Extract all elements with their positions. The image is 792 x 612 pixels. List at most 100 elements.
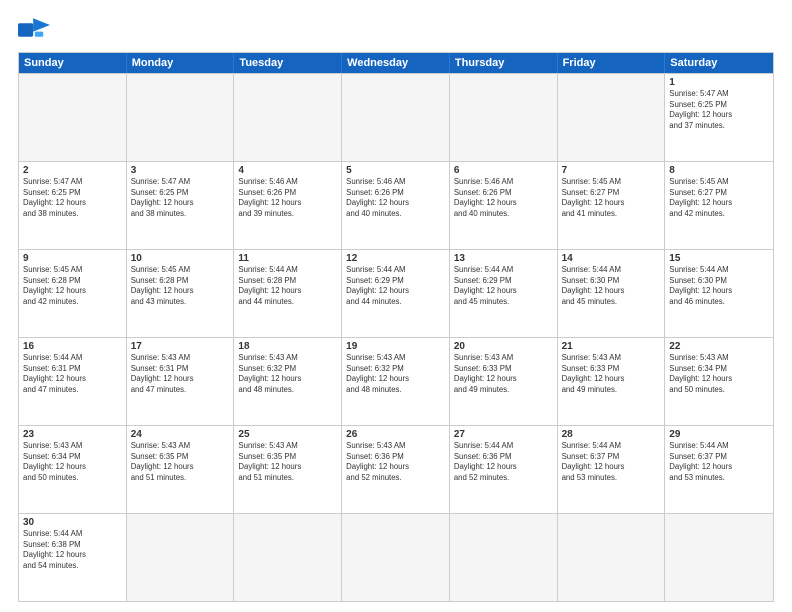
day-number: 22 — [669, 341, 769, 352]
calendar-row-5: 30Sunrise: 5:44 AM Sunset: 6:38 PM Dayli… — [19, 513, 773, 601]
cell-sun-info: Sunrise: 5:47 AM Sunset: 6:25 PM Dayligh… — [669, 89, 769, 131]
calendar-cell: 8Sunrise: 5:45 AM Sunset: 6:27 PM Daylig… — [665, 162, 773, 249]
calendar-cell: 29Sunrise: 5:44 AM Sunset: 6:37 PM Dayli… — [665, 426, 773, 513]
calendar-cell — [342, 514, 450, 601]
day-number: 26 — [346, 429, 445, 440]
calendar-cell: 14Sunrise: 5:44 AM Sunset: 6:30 PM Dayli… — [558, 250, 666, 337]
calendar-cell: 9Sunrise: 5:45 AM Sunset: 6:28 PM Daylig… — [19, 250, 127, 337]
calendar-cell: 7Sunrise: 5:45 AM Sunset: 6:27 PM Daylig… — [558, 162, 666, 249]
calendar-cell — [234, 74, 342, 161]
day-number: 9 — [23, 253, 122, 264]
day-number: 28 — [562, 429, 661, 440]
calendar-row-1: 2Sunrise: 5:47 AM Sunset: 6:25 PM Daylig… — [19, 161, 773, 249]
calendar-body: 1Sunrise: 5:47 AM Sunset: 6:25 PM Daylig… — [19, 73, 773, 601]
cell-sun-info: Sunrise: 5:43 AM Sunset: 6:36 PM Dayligh… — [346, 441, 445, 483]
day-number: 15 — [669, 253, 769, 264]
cell-sun-info: Sunrise: 5:44 AM Sunset: 6:30 PM Dayligh… — [562, 265, 661, 307]
weekday-header-sunday: Sunday — [19, 53, 127, 73]
cell-sun-info: Sunrise: 5:44 AM Sunset: 6:29 PM Dayligh… — [346, 265, 445, 307]
generalblue-logo-icon — [18, 16, 50, 44]
calendar-cell: 5Sunrise: 5:46 AM Sunset: 6:26 PM Daylig… — [342, 162, 450, 249]
day-number: 10 — [131, 253, 230, 264]
cell-sun-info: Sunrise: 5:43 AM Sunset: 6:35 PM Dayligh… — [131, 441, 230, 483]
day-number: 30 — [23, 517, 122, 528]
calendar-cell: 27Sunrise: 5:44 AM Sunset: 6:36 PM Dayli… — [450, 426, 558, 513]
calendar-cell — [19, 74, 127, 161]
calendar-row-4: 23Sunrise: 5:43 AM Sunset: 6:34 PM Dayli… — [19, 425, 773, 513]
calendar-cell — [450, 74, 558, 161]
day-number: 21 — [562, 341, 661, 352]
day-number: 23 — [23, 429, 122, 440]
calendar-cell: 18Sunrise: 5:43 AM Sunset: 6:32 PM Dayli… — [234, 338, 342, 425]
cell-sun-info: Sunrise: 5:47 AM Sunset: 6:25 PM Dayligh… — [23, 177, 122, 219]
calendar-cell: 28Sunrise: 5:44 AM Sunset: 6:37 PM Dayli… — [558, 426, 666, 513]
day-number: 29 — [669, 429, 769, 440]
calendar-row-2: 9Sunrise: 5:45 AM Sunset: 6:28 PM Daylig… — [19, 249, 773, 337]
calendar-cell: 30Sunrise: 5:44 AM Sunset: 6:38 PM Dayli… — [19, 514, 127, 601]
calendar-row-3: 16Sunrise: 5:44 AM Sunset: 6:31 PM Dayli… — [19, 337, 773, 425]
calendar-cell — [342, 74, 450, 161]
weekday-header-wednesday: Wednesday — [342, 53, 450, 73]
cell-sun-info: Sunrise: 5:44 AM Sunset: 6:37 PM Dayligh… — [669, 441, 769, 483]
cell-sun-info: Sunrise: 5:43 AM Sunset: 6:34 PM Dayligh… — [23, 441, 122, 483]
day-number: 18 — [238, 341, 337, 352]
calendar-cell: 3Sunrise: 5:47 AM Sunset: 6:25 PM Daylig… — [127, 162, 235, 249]
calendar-cell: 12Sunrise: 5:44 AM Sunset: 6:29 PM Dayli… — [342, 250, 450, 337]
day-number: 8 — [669, 165, 769, 176]
day-number: 1 — [669, 77, 769, 88]
cell-sun-info: Sunrise: 5:44 AM Sunset: 6:37 PM Dayligh… — [562, 441, 661, 483]
cell-sun-info: Sunrise: 5:44 AM Sunset: 6:36 PM Dayligh… — [454, 441, 553, 483]
day-number: 11 — [238, 253, 337, 264]
weekday-header-tuesday: Tuesday — [234, 53, 342, 73]
calendar-cell: 1Sunrise: 5:47 AM Sunset: 6:25 PM Daylig… — [665, 74, 773, 161]
cell-sun-info: Sunrise: 5:45 AM Sunset: 6:28 PM Dayligh… — [131, 265, 230, 307]
cell-sun-info: Sunrise: 5:44 AM Sunset: 6:38 PM Dayligh… — [23, 529, 122, 571]
cell-sun-info: Sunrise: 5:44 AM Sunset: 6:30 PM Dayligh… — [669, 265, 769, 307]
cell-sun-info: Sunrise: 5:43 AM Sunset: 6:32 PM Dayligh… — [346, 353, 445, 395]
cell-sun-info: Sunrise: 5:43 AM Sunset: 6:32 PM Dayligh… — [238, 353, 337, 395]
calendar-cell — [450, 514, 558, 601]
calendar-cell: 17Sunrise: 5:43 AM Sunset: 6:31 PM Dayli… — [127, 338, 235, 425]
calendar-cell — [558, 74, 666, 161]
calendar-cell: 11Sunrise: 5:44 AM Sunset: 6:28 PM Dayli… — [234, 250, 342, 337]
cell-sun-info: Sunrise: 5:44 AM Sunset: 6:29 PM Dayligh… — [454, 265, 553, 307]
day-number: 14 — [562, 253, 661, 264]
cell-sun-info: Sunrise: 5:43 AM Sunset: 6:31 PM Dayligh… — [131, 353, 230, 395]
cell-sun-info: Sunrise: 5:46 AM Sunset: 6:26 PM Dayligh… — [454, 177, 553, 219]
calendar-cell: 15Sunrise: 5:44 AM Sunset: 6:30 PM Dayli… — [665, 250, 773, 337]
day-number: 13 — [454, 253, 553, 264]
calendar-cell: 13Sunrise: 5:44 AM Sunset: 6:29 PM Dayli… — [450, 250, 558, 337]
cell-sun-info: Sunrise: 5:43 AM Sunset: 6:33 PM Dayligh… — [454, 353, 553, 395]
calendar-row-0: 1Sunrise: 5:47 AM Sunset: 6:25 PM Daylig… — [19, 73, 773, 161]
calendar-cell — [558, 514, 666, 601]
day-number: 2 — [23, 165, 122, 176]
calendar-header-row: SundayMondayTuesdayWednesdayThursdayFrid… — [19, 53, 773, 73]
cell-sun-info: Sunrise: 5:46 AM Sunset: 6:26 PM Dayligh… — [238, 177, 337, 219]
calendar-cell: 21Sunrise: 5:43 AM Sunset: 6:33 PM Dayli… — [558, 338, 666, 425]
calendar-cell: 10Sunrise: 5:45 AM Sunset: 6:28 PM Dayli… — [127, 250, 235, 337]
day-number: 24 — [131, 429, 230, 440]
calendar-cell: 4Sunrise: 5:46 AM Sunset: 6:26 PM Daylig… — [234, 162, 342, 249]
cell-sun-info: Sunrise: 5:45 AM Sunset: 6:28 PM Dayligh… — [23, 265, 122, 307]
calendar-cell: 22Sunrise: 5:43 AM Sunset: 6:34 PM Dayli… — [665, 338, 773, 425]
calendar-cell — [234, 514, 342, 601]
header — [18, 16, 774, 44]
calendar-cell — [665, 514, 773, 601]
calendar-cell: 25Sunrise: 5:43 AM Sunset: 6:35 PM Dayli… — [234, 426, 342, 513]
page: SundayMondayTuesdayWednesdayThursdayFrid… — [0, 0, 792, 612]
day-number: 7 — [562, 165, 661, 176]
calendar-cell: 6Sunrise: 5:46 AM Sunset: 6:26 PM Daylig… — [450, 162, 558, 249]
day-number: 4 — [238, 165, 337, 176]
calendar-cell: 23Sunrise: 5:43 AM Sunset: 6:34 PM Dayli… — [19, 426, 127, 513]
calendar-cell: 2Sunrise: 5:47 AM Sunset: 6:25 PM Daylig… — [19, 162, 127, 249]
calendar: SundayMondayTuesdayWednesdayThursdayFrid… — [18, 52, 774, 602]
cell-sun-info: Sunrise: 5:45 AM Sunset: 6:27 PM Dayligh… — [562, 177, 661, 219]
calendar-cell: 26Sunrise: 5:43 AM Sunset: 6:36 PM Dayli… — [342, 426, 450, 513]
day-number: 19 — [346, 341, 445, 352]
day-number: 3 — [131, 165, 230, 176]
day-number: 6 — [454, 165, 553, 176]
cell-sun-info: Sunrise: 5:43 AM Sunset: 6:34 PM Dayligh… — [669, 353, 769, 395]
day-number: 5 — [346, 165, 445, 176]
weekday-header-monday: Monday — [127, 53, 235, 73]
calendar-cell: 16Sunrise: 5:44 AM Sunset: 6:31 PM Dayli… — [19, 338, 127, 425]
